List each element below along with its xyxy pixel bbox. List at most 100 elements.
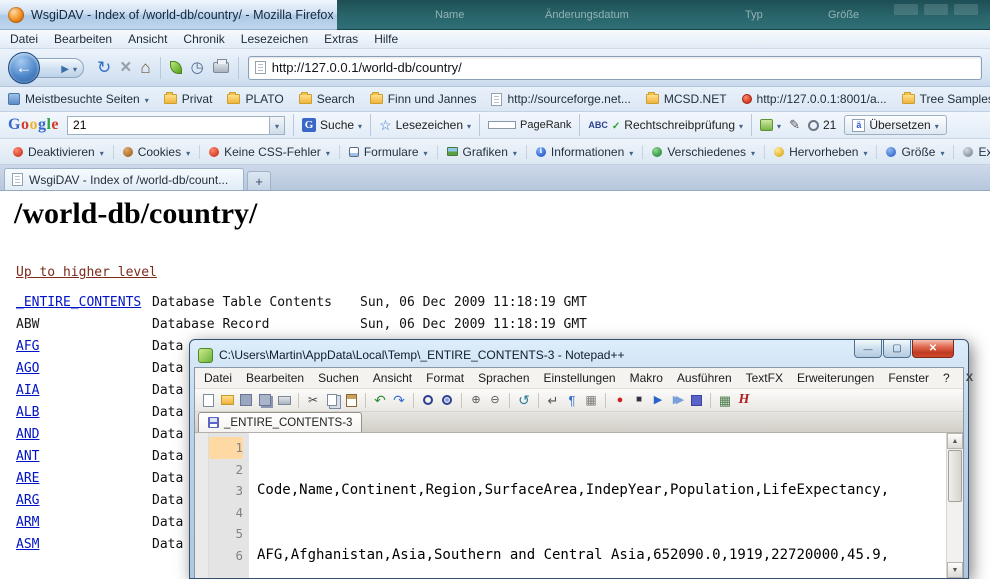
bookmark-search[interactable]: Search: [299, 92, 355, 106]
copy-icon[interactable]: [324, 392, 340, 408]
google-search-input[interactable]: [68, 118, 269, 132]
url-bar[interactable]: [248, 56, 982, 80]
translate-button[interactable]: Übersetzen: [844, 115, 946, 135]
npp-menu-textfx[interactable]: TextFX: [739, 371, 790, 385]
scroll-up-button[interactable]: [947, 433, 963, 449]
bookmark-most-visited[interactable]: Meistbesuchte Seiten: [8, 92, 149, 106]
undo-icon[interactable]: [372, 392, 388, 408]
menu-ansicht[interactable]: Ansicht: [120, 32, 175, 46]
back-button[interactable]: [8, 52, 40, 84]
menu-extras[interactable]: Extras: [316, 32, 366, 46]
sync-scrolling-icon[interactable]: [516, 392, 532, 408]
bookmark-sourceforge[interactable]: http://sourceforge.net...: [491, 92, 630, 106]
history-dropdown-icon[interactable]: [73, 59, 77, 77]
history-clock-button[interactable]: [191, 60, 204, 75]
bookmark-mcsd[interactable]: MCSD.NET: [646, 92, 727, 106]
listing-link[interactable]: _ENTIRE_CONTENTS: [16, 292, 141, 314]
npp-menu-ansicht[interactable]: Ansicht: [366, 371, 419, 385]
listing-link[interactable]: AFG: [16, 336, 39, 358]
save-macro-icon[interactable]: [688, 392, 704, 408]
webdev-verschiedenes[interactable]: Verschiedenes: [643, 145, 765, 159]
zoom-in-icon[interactable]: [468, 392, 484, 408]
stop-macro-icon[interactable]: [631, 392, 647, 408]
bookmark-margin[interactable]: [195, 433, 209, 578]
webdev-grafiken[interactable]: Grafiken: [438, 145, 527, 159]
scrollbar-thumb[interactable]: [948, 450, 962, 502]
result-count-widget[interactable]: 21: [808, 118, 836, 132]
npp-menu-format[interactable]: Format: [419, 371, 471, 385]
zoom-out-icon[interactable]: [487, 392, 503, 408]
listing-link[interactable]: AND: [16, 424, 39, 446]
home-button[interactable]: [140, 59, 150, 76]
save-icon[interactable]: [238, 392, 254, 408]
npp-menu-einstellungen[interactable]: Einstellungen: [537, 371, 623, 385]
menu-chronik[interactable]: Chronik: [175, 32, 232, 46]
notepad-plus-plus-window[interactable]: C:\Users\Martin\AppData\Local\Temp\_ENTI…: [189, 339, 969, 579]
webdev-informationen[interactable]: Informationen: [527, 145, 643, 159]
scrollbar-track[interactable]: [947, 449, 963, 562]
find-icon[interactable]: [420, 392, 436, 408]
npp-menu-erweiterungen[interactable]: Erweiterungen: [790, 371, 881, 385]
background-explorer-window[interactable]: Name Änderungsdatum Typ Größe: [337, 0, 990, 30]
spellcheck-button[interactable]: ABCRechtschreibprüfung: [588, 118, 743, 132]
listing-link[interactable]: ARG: [16, 490, 39, 512]
stop-button[interactable]: [120, 58, 131, 77]
show-all-characters-icon[interactable]: [564, 392, 580, 408]
bookmark-privat[interactable]: Privat: [164, 92, 213, 106]
webdev-extras[interactable]: Extras: [954, 145, 990, 159]
webdev-deaktivieren[interactable]: Deaktivieren: [4, 145, 114, 159]
indent-guide-icon[interactable]: [583, 392, 599, 408]
google-bookmarks-button[interactable]: Lesezeichen: [379, 117, 471, 134]
webdev-formulare[interactable]: Formulare: [340, 145, 438, 159]
npp-menu-ausfuehren[interactable]: Ausführen: [670, 371, 739, 385]
tab-wsgidav[interactable]: WsgiDAV - Index of /world-db/count...: [4, 168, 244, 190]
paste-icon[interactable]: [343, 392, 359, 408]
listing-link[interactable]: ARE: [16, 468, 39, 490]
print-icon[interactable]: [276, 392, 292, 408]
webdev-css-fehler[interactable]: Keine CSS-Fehler: [200, 145, 340, 159]
listing-link[interactable]: ABW: [16, 314, 39, 336]
close-document-icon[interactable]: X: [957, 372, 982, 384]
url-input[interactable]: [272, 60, 975, 75]
editor-text-area[interactable]: Code,Name,Continent,Region,SurfaceArea,I…: [249, 433, 946, 578]
npp-menu-fenster[interactable]: Fenster: [881, 371, 936, 385]
listing-link[interactable]: ALB: [16, 402, 39, 424]
extension-leaf-button[interactable]: [170, 61, 182, 74]
bookmark-finn-und-jannes[interactable]: Finn und Jannes: [370, 92, 477, 106]
webdev-cookies[interactable]: Cookies: [114, 145, 200, 159]
menu-hilfe[interactable]: Hilfe: [366, 32, 406, 46]
listing-link[interactable]: ASM: [16, 534, 39, 556]
up-to-higher-level-link[interactable]: Up to higher level: [16, 265, 157, 280]
replace-icon[interactable]: [439, 392, 455, 408]
npp-menu-sprachen[interactable]: Sprachen: [471, 371, 536, 385]
scroll-down-button[interactable]: [947, 562, 963, 578]
redo-icon[interactable]: [391, 392, 407, 408]
html-preview-icon[interactable]: [736, 392, 752, 408]
minimize-button[interactable]: [854, 340, 882, 358]
record-macro-icon[interactable]: [612, 392, 628, 408]
bookmark-tree-samples[interactable]: Tree Samples: [902, 92, 990, 106]
run-macro-multiple-icon[interactable]: [669, 392, 685, 408]
npp-menu-help[interactable]: ?: [936, 371, 957, 385]
menu-datei[interactable]: Datei: [2, 32, 46, 46]
webdev-hervorheben[interactable]: Hervorheben: [765, 145, 877, 159]
listing-link[interactable]: ARM: [16, 512, 39, 534]
document-tab[interactable]: _ENTIRE_CONTENTS-3: [198, 412, 362, 432]
notepad-titlebar[interactable]: C:\Users\Martin\AppData\Local\Temp\_ENTI…: [194, 340, 964, 367]
google-search-button[interactable]: GSuche: [302, 118, 362, 132]
vertical-scrollbar[interactable]: [946, 433, 963, 578]
open-folder-icon[interactable]: [219, 392, 235, 408]
edit-pencil-button[interactable]: [789, 117, 800, 133]
npp-menu-bearbeiten[interactable]: Bearbeiten: [239, 371, 311, 385]
notepad-editor[interactable]: 1 2 3 4 5 6 Code,Name,Continent,Region,S…: [195, 433, 963, 578]
listing-link[interactable]: AIA: [16, 380, 39, 402]
new-tab-button[interactable]: +: [247, 171, 271, 190]
google-logo[interactable]: Google: [8, 116, 59, 134]
pagerank-widget[interactable]: PageRank: [488, 119, 571, 131]
webdev-groesse[interactable]: Größe: [877, 145, 954, 159]
print-button[interactable]: [213, 62, 229, 73]
search-dropdown-button[interactable]: [269, 117, 284, 134]
play-macro-icon[interactable]: [650, 392, 666, 408]
word-wrap-icon[interactable]: [545, 392, 561, 408]
save-all-icon[interactable]: [257, 392, 273, 408]
